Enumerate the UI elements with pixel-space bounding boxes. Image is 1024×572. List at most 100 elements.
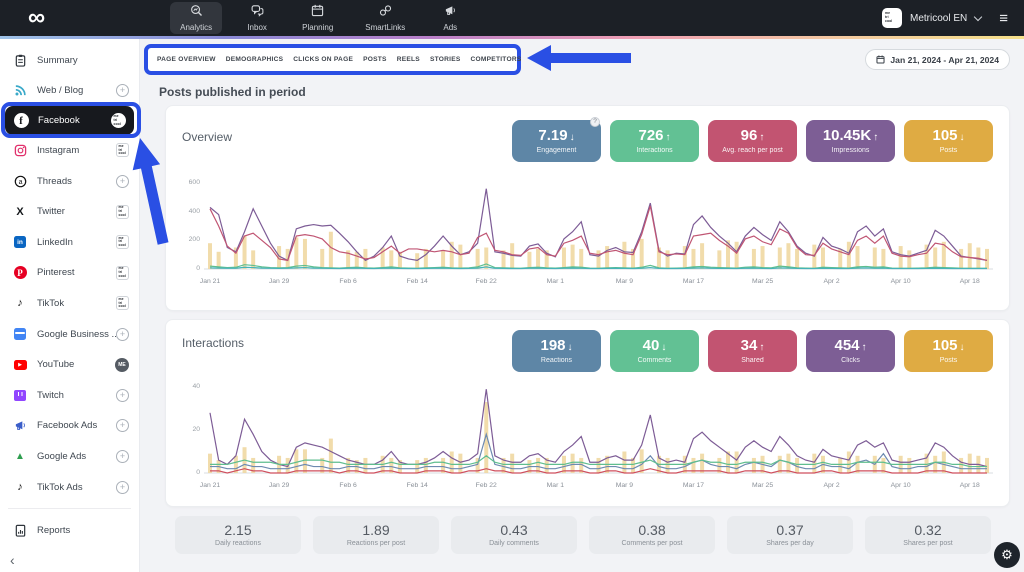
- overview-title: Overview: [182, 130, 232, 144]
- sidebar-item-facebook[interactable]: fFacebookmetricool: [5, 106, 134, 135]
- sidebar-item-linkedin[interactable]: inLinkedInmetricool: [0, 227, 139, 258]
- add-connection-icon[interactable]: +: [116, 389, 129, 402]
- connected-profile-avatar[interactable]: metricool: [116, 235, 129, 249]
- smartlinks-icon: [379, 4, 392, 22]
- connected-profile-avatar[interactable]: ME: [115, 358, 129, 372]
- metric-chip-reactions: 198↓Reactions: [512, 330, 601, 372]
- connected-profile-avatar[interactable]: metricool: [116, 205, 129, 219]
- connected-profile-avatar[interactable]: metricool: [116, 266, 129, 280]
- brand-gradient-divider: [0, 36, 1024, 39]
- y-tick-label: 0: [196, 469, 200, 476]
- trend-up-icon: ↑: [759, 132, 764, 143]
- tab-reels[interactable]: REELS: [397, 56, 420, 63]
- sidebar-item-twitch[interactable]: Twitch+: [0, 380, 139, 411]
- topbar-account-area: metricool Metricool EN ≡: [882, 8, 1008, 28]
- sidebar-collapse-button[interactable]: ‹: [10, 552, 15, 568]
- metric-value: 7.19↓: [538, 128, 574, 146]
- sidebar-item-google-business[interactable]: Google Business ...+: [0, 319, 139, 350]
- metric-value: 40↓: [643, 338, 667, 356]
- inbox-icon: [251, 4, 264, 22]
- connected-profile-avatar[interactable]: metricool: [111, 113, 126, 128]
- metric-label: Posts: [940, 147, 958, 154]
- stat-value: 1.89: [362, 523, 389, 538]
- add-connection-icon[interactable]: +: [116, 328, 129, 341]
- x-tick-label: Apr 10: [891, 278, 911, 285]
- sidebar-item-youtube[interactable]: ▶YouTubeME: [0, 349, 139, 380]
- metric-value: 96↑: [741, 128, 765, 146]
- account-name[interactable]: Metricool EN: [910, 13, 967, 24]
- add-connection-icon[interactable]: +: [116, 175, 129, 188]
- sidebar-divider: [8, 508, 131, 509]
- add-connection-icon[interactable]: +: [116, 419, 129, 432]
- tab-demographics[interactable]: DEMOGRAPHICS: [226, 56, 284, 63]
- sidebar-item-reports[interactable]: Reports: [0, 515, 139, 546]
- chart-canvas: [204, 176, 993, 272]
- nav-label: Planning: [302, 23, 333, 32]
- sidebar-item-google-ads[interactable]: ▲Google Ads+: [0, 441, 139, 472]
- trend-up-icon: ↑: [666, 132, 671, 143]
- add-connection-icon[interactable]: +: [116, 450, 129, 463]
- chart-canvas: [204, 380, 993, 476]
- x-tick-label: Mar 1: [547, 482, 564, 489]
- x-tick-label: Apr 10: [891, 482, 911, 489]
- page-heading: Posts published in period: [159, 85, 306, 99]
- tab-clicks-on-page[interactable]: CLICKS ON PAGE: [293, 56, 353, 63]
- sidebar-item-pinterest[interactable]: PPinterestmetricool: [0, 258, 139, 289]
- account-avatar[interactable]: metricool: [882, 8, 902, 28]
- sidebar-item-tiktok-ads[interactable]: ♪TikTok Ads+: [0, 472, 139, 503]
- y-tick-label: 600: [189, 179, 200, 186]
- x-tick-label: Mar 9: [616, 482, 633, 489]
- x-tick-label: Apr 18: [960, 482, 980, 489]
- nav-label: Inbox: [247, 23, 267, 32]
- trend-down-icon: ↓: [960, 342, 965, 353]
- sidebar-item-summary[interactable]: Summary: [0, 45, 139, 76]
- stat-card-comments-per-post: 0.38Comments per post: [589, 516, 715, 554]
- google-business-icon: [12, 328, 28, 340]
- connected-profile-avatar[interactable]: metricool: [116, 143, 129, 157]
- y-tick-label: 200: [189, 236, 200, 243]
- add-connection-icon[interactable]: +: [116, 481, 129, 494]
- overview-chart: 6004002000: [178, 176, 993, 272]
- metric-label: Avg. reach per post: [722, 147, 783, 154]
- tab-page-overview[interactable]: PAGE OVERVIEW: [157, 56, 216, 63]
- menu-icon[interactable]: ≡: [999, 10, 1008, 27]
- nav-ads[interactable]: Ads: [427, 2, 473, 34]
- add-connection-icon[interactable]: +: [116, 84, 129, 97]
- metric-label: Comments: [638, 357, 672, 364]
- nav-smartlinks[interactable]: SmartLinks: [355, 2, 415, 34]
- annotation-box-tabs: PAGE OVERVIEW DEMOGRAPHICS CLICKS ON PAGE P…: [144, 44, 521, 75]
- tab-posts[interactable]: POSTS: [363, 56, 387, 63]
- series-purple: [210, 189, 987, 261]
- sidebar-item-label: Web / Blog: [37, 85, 116, 96]
- sidebar-item-label: TikTok: [37, 298, 116, 309]
- metricool-logo[interactable]: ∞: [28, 3, 45, 33]
- overview-x-axis: Jan 21Jan 29Feb 6Feb 14Feb 22Mar 1Mar 9M…: [204, 278, 993, 290]
- settings-fab[interactable]: ⚙: [994, 542, 1020, 568]
- connected-profile-avatar[interactable]: metricool: [116, 296, 129, 310]
- chevron-down-icon[interactable]: [974, 12, 982, 20]
- help-icon[interactable]: ?: [590, 117, 600, 127]
- metric-chip-comments: 40↓Comments: [610, 330, 699, 372]
- sidebar-item-threads[interactable]: aThreads+: [0, 166, 139, 197]
- metric-label: Reactions: [541, 357, 572, 364]
- sidebar-item-tiktok[interactable]: ♪TikTokmetricool: [0, 288, 139, 319]
- metric-value: 454↑: [834, 338, 866, 356]
- stat-card-shares-per-post: 0.32Shares per post: [865, 516, 991, 554]
- tab-competitors[interactable]: COMPETITORS: [471, 56, 522, 63]
- nav-analytics[interactable]: Analytics: [170, 2, 222, 34]
- sidebar-item-facebook-ads[interactable]: Facebook Ads+: [0, 411, 139, 442]
- stats-row: 2.15Daily reactions1.89Reactions per pos…: [175, 516, 1004, 554]
- metric-chip-impressions: 10.45K↑Impressions: [806, 120, 895, 162]
- metric-label: Posts: [940, 357, 958, 364]
- metric-label: Engagement: [537, 147, 577, 154]
- nav-planning[interactable]: Planning: [292, 2, 343, 34]
- sidebar-item-twitter[interactable]: XTwittermetricool: [0, 196, 139, 227]
- date-range-picker[interactable]: Jan 21, 2024 - Apr 21, 2024: [865, 49, 1010, 70]
- sidebar-item-web-blog[interactable]: Web / Blog+: [0, 76, 139, 107]
- metric-chip-engagement: 7.19↓Engagement?: [512, 120, 601, 162]
- tab-stories[interactable]: STORIES: [430, 56, 461, 63]
- sidebar-item-label: Twitter: [37, 206, 116, 217]
- sidebar-item-label: Threads: [37, 176, 116, 187]
- sidebar-item-instagram[interactable]: Instagrammetricool: [0, 135, 139, 166]
- nav-inbox[interactable]: Inbox: [234, 2, 280, 34]
